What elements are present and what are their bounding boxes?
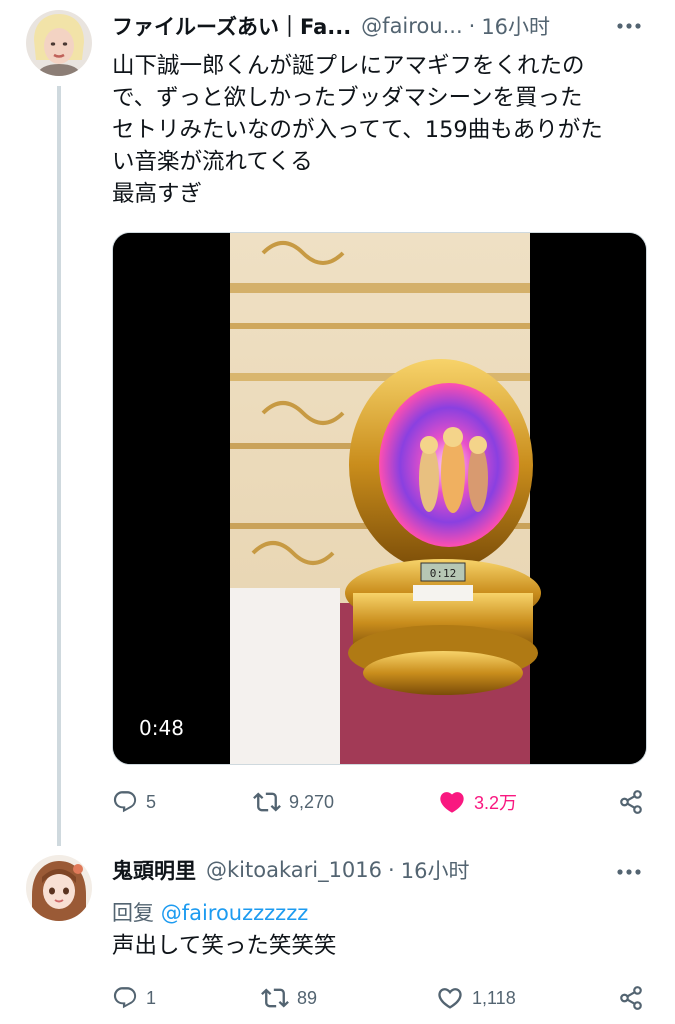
retweet-count: 9,270: [289, 791, 335, 812]
retweet-icon: [253, 792, 281, 812]
reply-button[interactable]: 5: [112, 782, 156, 822]
retweet-button[interactable]: 89: [261, 978, 317, 1018]
more-icon[interactable]: [609, 852, 649, 892]
tweet-text-line: で、ずっと欲しかったブッダマシーンを買った: [112, 85, 583, 111]
share-button[interactable]: [618, 782, 644, 822]
share-icon: [620, 986, 642, 1010]
avatar[interactable]: [26, 855, 92, 921]
tweet-header: 鬼頭明里 @kitoakari_1016 · 16小时: [112, 850, 469, 890]
separator-dot: ·: [388, 858, 395, 882]
retweet-button[interactable]: 9,270: [253, 782, 334, 822]
separator-dot: ·: [468, 14, 476, 38]
like-icon: [438, 988, 462, 1009]
tweet-text-line: 最高すぎ: [112, 181, 203, 207]
tweet-text-line: 山下誠一郎くんが誕プレにアマギフをくれたの: [112, 53, 585, 79]
reply-icon: [113, 987, 137, 1009]
reply-context: 回复 @fairouzzzzzz: [112, 897, 308, 927]
tweet-text: 声出して笑った笑笑笑: [112, 930, 652, 962]
retweet-count: 89: [297, 987, 318, 1008]
tweet-text-line: セトリみたいなのが入ってて、159曲もありがた: [112, 117, 603, 143]
retweet-icon: [261, 988, 289, 1008]
display-name[interactable]: ファイルーズあい｜Fa...: [112, 11, 351, 41]
reply-button[interactable]: 1: [112, 978, 156, 1018]
tweet-text-line: 声出して笑った笑笑笑: [112, 933, 337, 959]
timestamp[interactable]: 16小时: [401, 855, 470, 885]
like-count: 1,118: [472, 987, 516, 1008]
timestamp[interactable]: 16小时: [481, 11, 550, 41]
tweet-text-line: い音楽が流れてくる: [112, 149, 313, 175]
thread-connector-line: [57, 86, 61, 846]
like-count: 3.2万: [474, 793, 518, 813]
user-handle[interactable]: @kitoakari_1016: [206, 858, 382, 882]
like-button[interactable]: 1,118: [436, 978, 516, 1018]
user-handle[interactable]: @fairou...: [361, 14, 462, 38]
display-name[interactable]: 鬼頭明里: [112, 855, 196, 885]
device-lcd-readout: 0:12: [430, 567, 457, 580]
avatar[interactable]: [26, 10, 92, 76]
video-frame: 0:12: [113, 233, 646, 764]
share-button[interactable]: [618, 978, 644, 1018]
reply-count: 1: [146, 987, 157, 1008]
tweet-actions: 1 89 1,118: [106, 978, 656, 1018]
tweet-text: 山下誠一郎くんが誕プレにアマギフをくれたの で、ずっと欲しかったブッダマシーンを…: [112, 50, 652, 210]
video-duration: 0:48: [139, 716, 184, 740]
tweet-header: ファイルーズあい｜Fa... @fairou... · 16小时: [112, 6, 550, 46]
reply-prefix: 回复: [112, 901, 154, 925]
like-icon: [440, 792, 464, 813]
more-icon[interactable]: [609, 6, 649, 46]
reply-count: 5: [146, 791, 157, 812]
video-player[interactable]: 0:12 0:48: [112, 232, 647, 765]
share-icon: [620, 790, 642, 814]
tweet-actions: 5 9,270 3.2万: [106, 782, 656, 822]
reply-icon: [113, 791, 137, 813]
like-button[interactable]: 3.2万: [438, 782, 517, 822]
reply-mention-link[interactable]: @fairouzzzzzz: [161, 901, 309, 925]
